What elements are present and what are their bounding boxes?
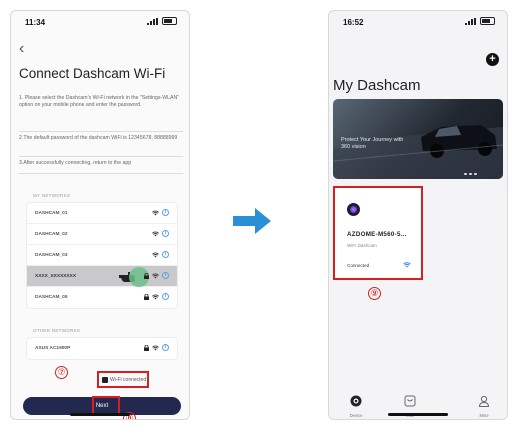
- carousel-dots: [464, 173, 477, 175]
- divider: [19, 156, 183, 157]
- lock-icon: [144, 272, 149, 279]
- signal-icon: [147, 17, 158, 25]
- my-dashcam-screen: 16:52 + My Dashcam Protect Your Journey …: [328, 10, 508, 420]
- wifi-network-row[interactable]: DASHCAM_01 i: [27, 203, 177, 224]
- battery-icon: [162, 17, 177, 25]
- wifi-icon: [152, 251, 159, 257]
- tab-label: Device: [349, 413, 363, 418]
- status-icons: [147, 17, 177, 25]
- divider: [19, 173, 183, 174]
- checkbox-icon[interactable]: [102, 377, 108, 383]
- network-name: DASHCAM_01: [35, 210, 68, 216]
- wifi-icon: [152, 230, 159, 236]
- checkbox-label: Wi-Fi connected: [110, 377, 147, 383]
- connect-wifi-screen: 11:34 ‹ Connect Dashcam Wi-Fi 1. Please …: [10, 10, 190, 420]
- network-name: DASHCAM_02: [35, 231, 68, 237]
- tab-device-icon: [350, 395, 362, 407]
- wifi-icon: [152, 209, 159, 215]
- status-time: 11:34: [25, 18, 46, 27]
- step-9-marker: ⑨: [368, 287, 381, 300]
- network-name: DASHCAM_03: [35, 252, 68, 258]
- status-bar: 11:34: [11, 11, 189, 33]
- wifi-network-row[interactable]: DASHCAM_03 i: [27, 245, 177, 266]
- my-networks-label: MY NETWORKS: [33, 193, 71, 198]
- status-time: 16:52: [343, 18, 364, 27]
- home-indicator: [388, 413, 448, 416]
- instruction-3: 3.After successfully connecting, return …: [19, 160, 132, 166]
- info-icon[interactable]: i: [162, 344, 169, 351]
- wifi-connected-checkbox[interactable]: Wi-Fi connected: [102, 377, 146, 383]
- add-icon[interactable]: +: [486, 53, 499, 66]
- lock-icon: [144, 344, 149, 351]
- wifi-network-row[interactable]: DASHCAM_05 i: [27, 287, 177, 308]
- promo-banner[interactable]: Protect Your Journey with 360 vision: [333, 99, 503, 179]
- network-name: XXXX_XXXXXXXX: [35, 273, 77, 279]
- wifi-network-row[interactable]: DASHCAM_02 i: [27, 224, 177, 245]
- info-icon[interactable]: i: [162, 209, 169, 216]
- wifi-network-row-selected[interactable]: XXXX_XXXXXXXX i: [27, 266, 177, 287]
- tab-device[interactable]: Device: [341, 394, 371, 418]
- info-icon[interactable]: i: [162, 251, 169, 258]
- arrow-right-icon: [233, 208, 271, 234]
- battery-icon: [480, 17, 495, 25]
- wifi-network-list: DASHCAM_01 i DASHCAM_02 i DASHCAM_03 i X…: [27, 203, 177, 308]
- info-icon[interactable]: i: [162, 272, 169, 279]
- tab-mall-icon: [404, 395, 416, 407]
- status-icons: [465, 17, 495, 25]
- network-name: ASUS AC1900P: [35, 346, 71, 351]
- info-icon[interactable]: i: [162, 230, 169, 237]
- lock-icon: [144, 293, 149, 300]
- wifi-icon: [152, 272, 159, 278]
- divider: [19, 131, 183, 132]
- other-networks-label: OTHER NETWORKS: [33, 328, 81, 333]
- page-title: My Dashcam: [333, 77, 421, 94]
- network-name: DASHCAM_05: [35, 295, 68, 300]
- info-icon[interactable]: i: [162, 293, 169, 300]
- other-network-list: ASUS AC1900P i: [27, 338, 177, 359]
- step-7-marker: ⑦: [55, 366, 68, 379]
- status-bar: 16:52: [329, 11, 507, 33]
- wifi-network-row[interactable]: ASUS AC1900P i: [27, 338, 177, 359]
- signal-icon: [465, 17, 476, 25]
- tab-label: Mine: [479, 413, 489, 418]
- wifi-icon: [152, 344, 159, 350]
- instruction-2: 2.The default password of the dashcam Wi…: [19, 135, 178, 141]
- page-title: Connect Dashcam Wi-Fi: [19, 66, 166, 81]
- tab-mine-icon: [478, 395, 490, 407]
- home-indicator: [70, 413, 130, 416]
- tab-mine[interactable]: Mine: [469, 394, 499, 418]
- back-icon[interactable]: ‹: [19, 41, 24, 57]
- banner-text: Protect Your Journey with 360 vision: [341, 137, 404, 150]
- instruction-1: 1. Please select the Dashcam's Wi-Fi net…: [19, 95, 180, 108]
- wifi-icon: [152, 293, 159, 299]
- highlight-box-device: [333, 186, 423, 280]
